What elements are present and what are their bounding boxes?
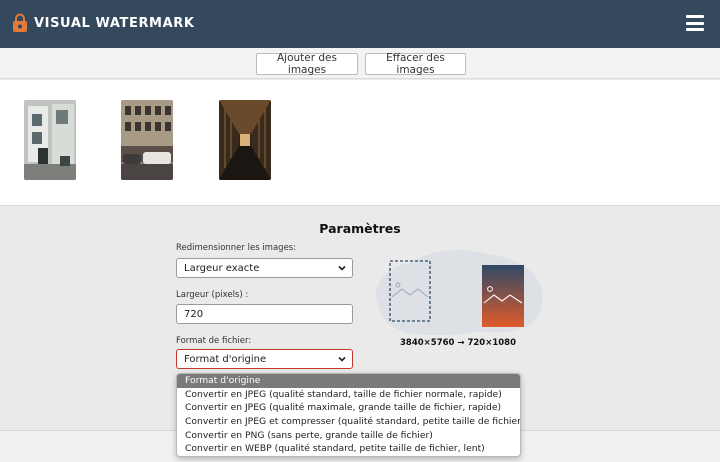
format-label: Format de fichier: [176, 336, 252, 346]
chevron-down-icon [338, 265, 346, 271]
hallway-photo-image [219, 100, 271, 180]
format-option[interactable]: Convertir en PNG (sans perte, grande tai… [177, 429, 520, 443]
format-select[interactable]: Format d'origine [176, 349, 353, 369]
street-photo-image [121, 100, 173, 180]
resize-select-value: Largeur exacte [184, 262, 260, 274]
format-option[interactable]: Convertir en WEBP (qualité standard, pet… [177, 442, 520, 456]
resize-label: Redimensionner les images: [176, 243, 297, 253]
format-option[interactable]: Convertir en JPEG (qualité standard, tai… [177, 388, 520, 402]
format-option[interactable]: Convertir en JPEG et compresser (qualité… [177, 415, 520, 429]
thumbnail-building[interactable] [24, 100, 76, 180]
resize-select[interactable]: Largeur exacte [176, 258, 353, 278]
brand-name: VISUAL WATERMARK [34, 15, 195, 31]
format-dropdown-list[interactable]: Format d'origine Convertir en JPEG (qual… [176, 373, 521, 457]
logo[interactable]: VISUAL WATERMARK [12, 13, 195, 33]
resize-preview-illustration [376, 250, 543, 335]
app-header: VISUAL WATERMARK [0, 0, 720, 48]
dimensions-text: 3840×5760 → 720×1080 [400, 338, 516, 348]
width-input[interactable]: 720 [176, 304, 353, 324]
toolbar: Ajouter des images Effacer des images [0, 48, 720, 79]
image-gallery [0, 80, 720, 206]
format-option[interactable]: Format d'origine [177, 374, 520, 388]
hamburger-menu-icon[interactable] [686, 15, 704, 31]
thumbnail-street[interactable] [121, 100, 173, 180]
building-photo-image [24, 100, 76, 180]
add-images-button[interactable]: Ajouter des images [256, 52, 358, 76]
settings-title: Paramètres [319, 221, 401, 236]
clear-images-button[interactable]: Effacer des images [365, 52, 466, 76]
lock-icon [13, 13, 27, 32]
chevron-down-icon [338, 356, 346, 362]
format-option[interactable]: Convertir en JPEG (qualité maximale, gra… [177, 401, 520, 415]
format-select-value: Format d'origine [184, 353, 267, 365]
thumbnail-hallway[interactable] [219, 100, 271, 180]
width-label: Largeur (pixels) : [176, 290, 249, 300]
